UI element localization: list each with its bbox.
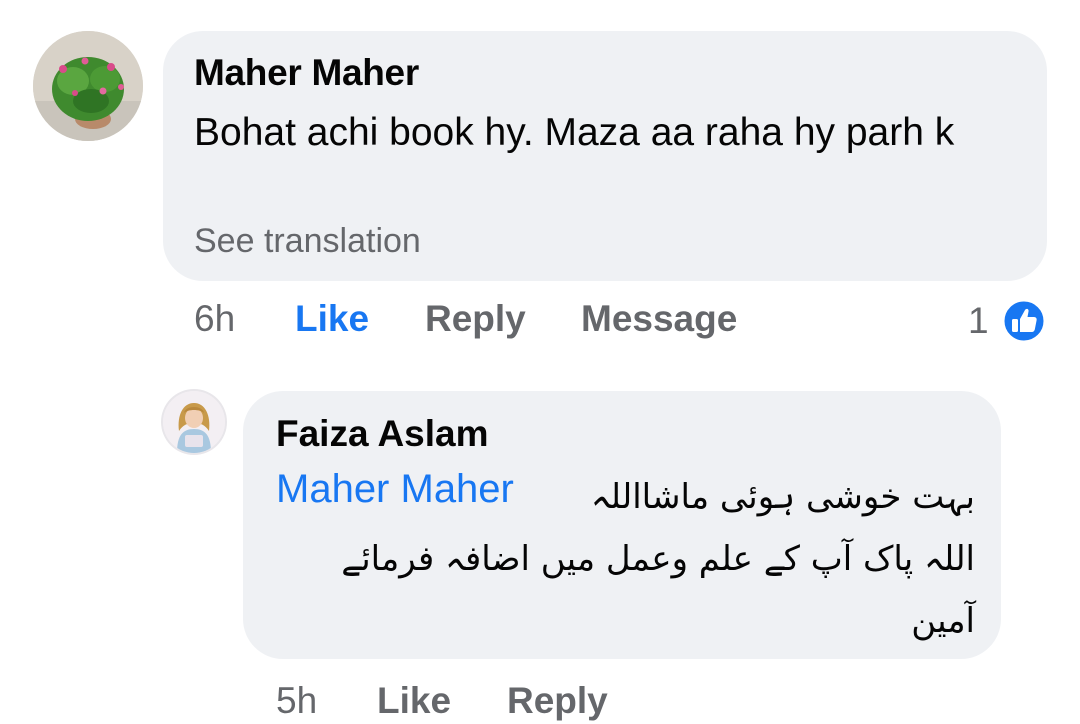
- like-button[interactable]: Like: [295, 298, 369, 340]
- see-translation-link[interactable]: See translation: [194, 222, 421, 261]
- comment-author-name[interactable]: Maher Maher: [194, 52, 419, 94]
- reply-like-button[interactable]: Like: [377, 680, 451, 722]
- avatar-photo-flower-pot: [33, 31, 143, 141]
- reply-text-line-1-content: بہت خوشی ہوئی ماشااللہ: [590, 477, 975, 517]
- comment-thread: Maher Maher Bohat achi book hy. Maza aa …: [0, 0, 1080, 724]
- reply-text-line-1: بہت خوشی ہوئی ماشااللہ: [540, 466, 975, 528]
- reply-reply-button[interactable]: Reply: [507, 680, 608, 722]
- avatar[interactable]: [33, 31, 143, 141]
- comment-text: Bohat achi book hy. Maza aa raha hy parh…: [194, 111, 955, 154]
- reply-avatar[interactable]: [163, 391, 225, 453]
- reply-author-name[interactable]: Faiza Aslam: [276, 413, 489, 455]
- comment-timestamp[interactable]: 6h: [194, 298, 235, 340]
- avatar-illustration-woman-hijab: [163, 391, 225, 453]
- reply-text-line-3: آمین: [911, 601, 975, 641]
- reaction-count[interactable]: 1: [968, 300, 989, 342]
- message-button[interactable]: Message: [581, 298, 737, 340]
- thumbs-up-icon[interactable]: [1001, 298, 1047, 344]
- reply-button[interactable]: Reply: [425, 298, 526, 340]
- reply-text-line-2: اللہ پاک آپ کے علم وعمل میں اضافہ فرمائے: [341, 539, 975, 579]
- reply-timestamp[interactable]: 5h: [276, 680, 317, 722]
- reply-text-body: اللہ پاک آپ کے علم وعمل میں اضافہ فرمائے…: [276, 528, 975, 652]
- mention-link[interactable]: Maher Maher: [276, 467, 514, 512]
